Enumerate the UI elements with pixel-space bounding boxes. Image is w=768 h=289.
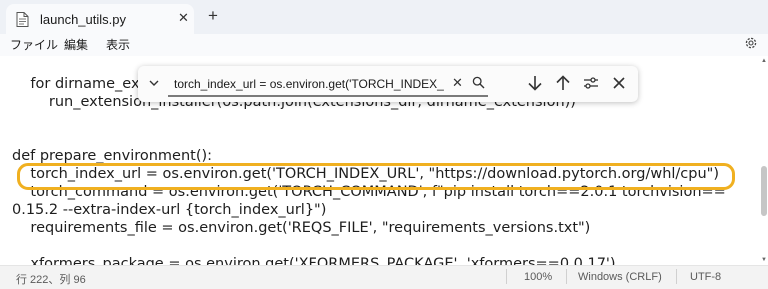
find-input-wrapper: ✕ — [168, 71, 488, 97]
code-line: for dirname_ex — [12, 76, 140, 92]
encoding[interactable]: UTF-8 — [690, 271, 721, 283]
cursor-position[interactable]: 行 222、列 96 — [16, 271, 86, 287]
status-bar: 行 222、列 96 100% Windows (CRLF) UTF-8 — [0, 265, 768, 289]
menu-edit[interactable]: 編集 — [64, 36, 88, 53]
menu-bar: ファイル 編集 表示 — [0, 34, 768, 56]
close-icon[interactable] — [610, 74, 628, 92]
file-tab[interactable]: launch_utils.py ✕ — [6, 4, 194, 34]
code-line: xformers_package = os.environ.get('XFORM… — [12, 256, 616, 265]
find-input[interactable] — [174, 75, 444, 93]
arrow-down-icon[interactable] — [526, 74, 544, 92]
zoom-level[interactable]: 100% — [524, 271, 552, 283]
code-line: 0.15.2 --extra-index-url {torch_index_ur… — [12, 202, 327, 218]
status-divider — [506, 269, 507, 284]
line-ending[interactable]: Windows (CRLF) — [578, 271, 662, 283]
find-panel: ✕ — [138, 66, 638, 102]
options-icon[interactable] — [582, 74, 600, 92]
menu-view[interactable]: 表示 — [106, 36, 130, 53]
code-line: def prepare_environment(): — [12, 148, 213, 164]
tab-title: launch_utils.py — [40, 12, 126, 27]
new-tab-button[interactable]: + — [208, 6, 218, 26]
vertical-scrollbar[interactable]: ▲ ▼ — [760, 56, 768, 265]
chevron-down-icon[interactable] — [148, 77, 160, 89]
gear-icon[interactable] — [744, 36, 758, 50]
scroll-down-icon[interactable]: ▼ — [760, 257, 768, 263]
scroll-thumb[interactable] — [761, 166, 767, 216]
highlight-outline — [17, 163, 735, 190]
document-icon — [16, 12, 29, 27]
status-divider — [566, 269, 567, 284]
scroll-up-icon[interactable]: ▲ — [760, 58, 768, 64]
tab-bar: launch_utils.py ✕ + — [0, 0, 768, 34]
search-icon[interactable] — [472, 76, 485, 89]
arrow-up-icon[interactable] — [554, 74, 572, 92]
code-line: requirements_file = os.environ.get('REQS… — [12, 220, 591, 236]
menu-file[interactable]: ファイル — [10, 36, 58, 53]
close-tab-icon[interactable]: ✕ — [178, 10, 189, 26]
status-divider — [676, 269, 677, 284]
clear-icon[interactable]: ✕ — [452, 75, 463, 91]
